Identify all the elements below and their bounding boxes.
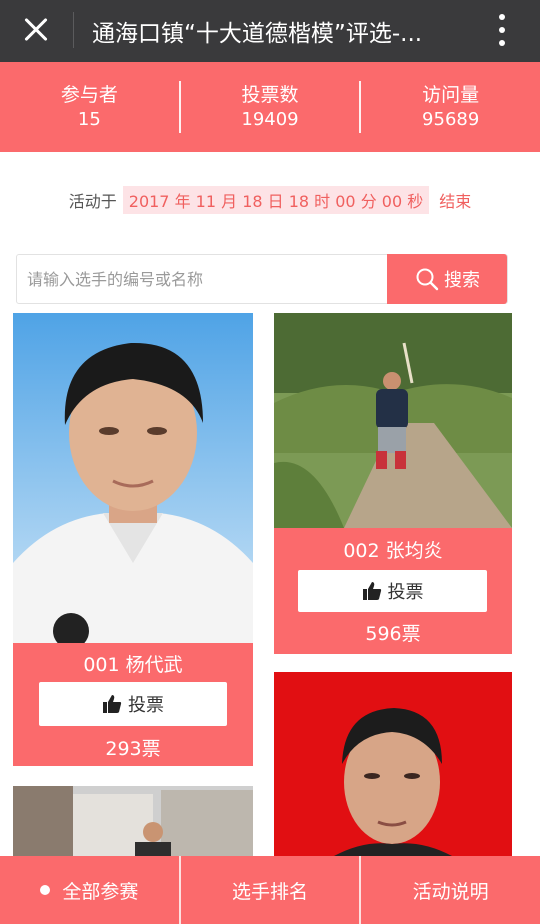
end-time-prefix: 活动于 bbox=[68, 192, 117, 211]
close-icon[interactable] bbox=[12, 6, 60, 54]
candidate-photo[interactable] bbox=[13, 313, 253, 643]
stat-divider bbox=[359, 81, 362, 133]
nav-activity-info[interactable]: 活动说明 bbox=[359, 856, 540, 924]
bottom-nav: 全部参赛 选手排名 活动说明 bbox=[0, 856, 540, 924]
nav-label: 全部参赛 bbox=[62, 880, 139, 903]
nav-label: 选手排名 bbox=[232, 880, 309, 903]
search-button-label: 搜索 bbox=[444, 270, 480, 291]
vote-count: 596票 bbox=[365, 623, 421, 645]
stat-participants: 参与者 15 bbox=[0, 82, 179, 132]
stat-value: 19409 bbox=[241, 109, 299, 130]
end-time-value: 2017 年 11 月 18 日 18 时 00 分 00 秒 bbox=[122, 186, 430, 214]
nav-all-entries[interactable]: 全部参赛 bbox=[0, 856, 179, 924]
candidate-card[interactable] bbox=[13, 786, 253, 856]
nav-label: 活动说明 bbox=[412, 880, 489, 903]
vote-count: 293票 bbox=[105, 738, 161, 760]
stat-label: 参与者 bbox=[60, 84, 118, 106]
vote-button[interactable]: 投票 bbox=[39, 682, 227, 726]
stat-label: 投票数 bbox=[241, 84, 299, 106]
candidate-name: 002 张均炎 bbox=[343, 540, 443, 562]
active-dot-icon bbox=[40, 885, 51, 895]
candidate-card[interactable] bbox=[274, 672, 512, 856]
thumbs-up-icon bbox=[362, 582, 381, 600]
more-options-icon[interactable] bbox=[490, 10, 514, 50]
search-icon bbox=[416, 268, 439, 291]
vote-button-label: 投票 bbox=[128, 695, 164, 716]
candidate-photo[interactable] bbox=[274, 313, 512, 528]
stat-divider bbox=[178, 81, 181, 133]
candidate-card[interactable]: 001 杨代武 投票 293票 bbox=[13, 313, 253, 766]
search-button[interactable]: 搜索 bbox=[387, 254, 507, 304]
candidate-photo[interactable] bbox=[13, 786, 253, 856]
title-divider bbox=[73, 12, 74, 48]
window-title: 通海口镇“十大道德楷模”评选-... bbox=[92, 21, 423, 47]
activity-end-time: 活动于 2017 年 11 月 18 日 18 时 00 分 00 秒结束 bbox=[0, 186, 540, 214]
stats-bar: 参与者 15 投票数 19409 访问量 95689 bbox=[0, 62, 540, 152]
candidate-photo[interactable] bbox=[274, 672, 512, 856]
stat-value: 15 bbox=[77, 109, 101, 130]
title-bar: 通海口镇“十大道德楷模”评选-... bbox=[0, 0, 540, 62]
stat-value: 95689 bbox=[422, 109, 480, 130]
vote-button[interactable]: 投票 bbox=[298, 570, 487, 612]
search-input[interactable] bbox=[17, 255, 389, 303]
stat-label: 访问量 bbox=[422, 84, 480, 106]
stat-votes: 投票数 19409 bbox=[181, 82, 360, 132]
search-bar: 搜索 bbox=[16, 254, 508, 304]
thumbs-up-icon bbox=[103, 695, 122, 713]
nav-ranking[interactable]: 选手排名 bbox=[178, 856, 360, 924]
stat-visits: 访问量 95689 bbox=[361, 82, 540, 132]
candidate-name: 001 杨代武 bbox=[83, 654, 183, 676]
vote-button-label: 投票 bbox=[387, 582, 424, 603]
candidate-card[interactable]: 002 张均炎 投票 596票 bbox=[274, 313, 512, 654]
end-time-suffix: 结束 bbox=[439, 192, 472, 211]
